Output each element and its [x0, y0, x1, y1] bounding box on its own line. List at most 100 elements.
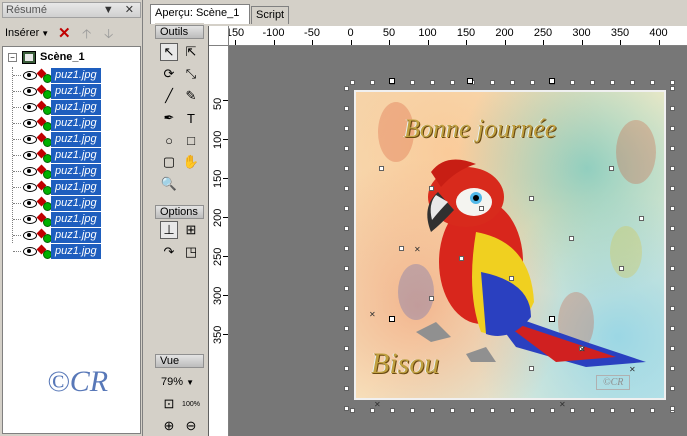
selection-handle[interactable] [344, 306, 349, 311]
eye-icon[interactable] [23, 247, 37, 256]
pencil-icon[interactable]: ✎ [182, 87, 200, 105]
selection-handle[interactable] [670, 366, 675, 371]
rectangle-icon[interactable]: □ [182, 131, 200, 149]
rotate-icon[interactable]: ⟳ [160, 65, 178, 83]
selection-handle[interactable] [344, 226, 349, 231]
panel-window-buttons[interactable]: ▼ ✕ [103, 3, 138, 16]
eye-icon[interactable] [23, 199, 37, 208]
selection-handle[interactable] [530, 80, 535, 85]
selection-handle[interactable] [344, 206, 349, 211]
selection-handle[interactable] [670, 226, 675, 231]
selection-handle[interactable] [590, 80, 595, 85]
selection-handle[interactable] [490, 80, 495, 85]
selection-handle[interactable] [344, 146, 349, 151]
workspace[interactable]: Bonne journée Bisou ©CR ✕ ✕ ✕ ✕ ✕ ✕ [229, 46, 687, 436]
selection-handle[interactable] [670, 306, 675, 311]
selection-handle[interactable] [459, 256, 464, 261]
selection-handle[interactable] [670, 246, 675, 251]
selection-handle[interactable] [467, 78, 473, 84]
selection-handle[interactable] [370, 80, 375, 85]
selection-handle[interactable] [549, 78, 555, 84]
curve-icon[interactable]: ↷ [160, 243, 178, 261]
layer-row[interactable]: puz1.jpg [13, 228, 139, 243]
selection-handle[interactable] [429, 186, 434, 191]
selection-handle[interactable] [344, 106, 349, 111]
layer-row[interactable]: puz1.jpg [13, 132, 139, 147]
hand-icon[interactable]: ✋ [182, 153, 200, 171]
lock-icon[interactable] [38, 214, 52, 227]
selection-handle[interactable] [350, 408, 355, 413]
layer-row[interactable]: puz1.jpg [13, 196, 139, 211]
rounded-rect-icon[interactable]: ▢ [160, 153, 178, 171]
selection-handle[interactable] [344, 186, 349, 191]
selection-handle[interactable] [630, 408, 635, 413]
selection-handle[interactable] [630, 80, 635, 85]
layer-row[interactable]: puz1.jpg [13, 68, 139, 83]
delete-icon[interactable]: ✕ [58, 24, 71, 42]
arrow-select-icon[interactable]: ↖ [160, 43, 178, 61]
eye-icon[interactable] [23, 87, 37, 96]
selection-handle[interactable] [344, 166, 349, 171]
selection-handle[interactable] [350, 80, 355, 85]
eye-icon[interactable] [23, 151, 37, 160]
selection-handle[interactable] [429, 296, 434, 301]
zoom-icon[interactable]: 🔍 [160, 175, 178, 193]
selection-handle[interactable] [529, 196, 534, 201]
selection-handle[interactable] [570, 80, 575, 85]
zoom-fit-icon[interactable]: ⊡ [160, 395, 178, 413]
tab-script[interactable]: Script [251, 6, 289, 24]
lock-icon[interactable] [38, 118, 52, 131]
selection-handle[interactable] [610, 408, 615, 413]
zoom-out-icon[interactable]: ⊖ [182, 417, 200, 435]
zoom-in-icon[interactable]: ⊕ [160, 417, 178, 435]
selection-handle[interactable] [670, 126, 675, 131]
lock-icon[interactable] [38, 102, 52, 115]
ellipse-icon[interactable]: ○ [160, 131, 178, 149]
selection-handle[interactable] [450, 80, 455, 85]
layer-row[interactable]: puz1.jpg [13, 164, 139, 179]
selection-handle[interactable] [670, 406, 675, 411]
selection-handle[interactable] [639, 216, 644, 221]
zoom-level-select[interactable]: 79% ▼ [161, 376, 194, 388]
layer-row[interactable]: puz1.jpg [13, 148, 139, 163]
selection-handle[interactable] [389, 78, 395, 84]
selection-handle[interactable] [344, 266, 349, 271]
transform-icon[interactable]: ◳ [182, 243, 200, 261]
layer-row[interactable]: puz1.jpg [13, 116, 139, 131]
line-icon[interactable]: ╱ [160, 87, 178, 105]
selection-handle[interactable] [390, 408, 395, 413]
selection-handle[interactable] [510, 80, 515, 85]
selection-handle[interactable] [670, 386, 675, 391]
eye-icon[interactable] [23, 215, 37, 224]
eye-icon[interactable] [23, 167, 37, 176]
eye-icon[interactable] [23, 71, 37, 80]
layer-row[interactable]: puz1.jpg [13, 100, 139, 115]
selection-handle[interactable] [610, 80, 615, 85]
selection-handle[interactable] [590, 408, 595, 413]
selection-handle[interactable] [670, 346, 675, 351]
layer-row[interactable]: puz1.jpg [13, 180, 139, 195]
align-icon[interactable]: ⊞ [182, 221, 200, 239]
selection-handle[interactable] [619, 266, 624, 271]
selection-handle[interactable] [344, 386, 349, 391]
lock-icon[interactable] [38, 150, 52, 163]
lock-icon[interactable] [38, 166, 52, 179]
selection-handle[interactable] [670, 166, 675, 171]
selection-handle[interactable] [344, 126, 349, 131]
selection-handle[interactable] [379, 166, 384, 171]
selection-handle[interactable] [670, 86, 675, 91]
layer-row[interactable]: puz1.jpg [13, 84, 139, 99]
eye-icon[interactable] [23, 119, 37, 128]
lock-icon[interactable] [38, 246, 52, 259]
selection-handle[interactable] [410, 408, 415, 413]
text-icon[interactable]: T [182, 109, 200, 127]
selection-handle[interactable] [344, 346, 349, 351]
lock-icon[interactable] [38, 198, 52, 211]
eye-icon[interactable] [23, 103, 37, 112]
pen-icon[interactable]: ✒ [160, 109, 178, 127]
tab-apercu[interactable]: Aperçu: Scène_1 [150, 4, 250, 24]
selection-handle[interactable] [670, 206, 675, 211]
selection-handle[interactable] [670, 80, 675, 85]
selection-handle[interactable] [450, 408, 455, 413]
lock-icon[interactable] [38, 182, 52, 195]
